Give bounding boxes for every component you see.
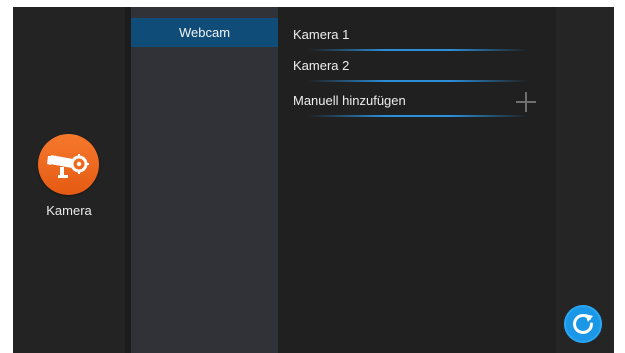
list-item-kamera-2[interactable]: Kamera 2 [278, 52, 528, 82]
list-item-label: Kamera 2 [293, 58, 350, 73]
security-camera-glyph [47, 154, 89, 178]
right-side-strip [556, 7, 614, 353]
list-item-manual-add[interactable]: Manuell hinzufügen [278, 87, 528, 117]
app-screen: Kamera Webcam Kamera 1 Kamera 2 Manuell … [13, 7, 614, 353]
row-underline [308, 80, 528, 82]
left-panel-label: Kamera [46, 203, 92, 218]
refresh-button[interactable] [564, 305, 602, 343]
list-item-label: Kamera 1 [293, 27, 350, 42]
category-menu: Webcam [131, 7, 278, 353]
row-underline [308, 115, 528, 117]
camera-list: Kamera 1 Kamera 2 Manuell hinzufügen [278, 7, 556, 353]
row-underline [308, 49, 528, 51]
menu-item-webcam[interactable]: Webcam [131, 18, 278, 47]
list-item-label: Manuell hinzufügen [293, 93, 406, 108]
left-panel: Kamera [13, 7, 125, 353]
plus-icon[interactable] [516, 92, 536, 112]
security-camera-icon[interactable] [38, 134, 99, 195]
list-item-kamera-1[interactable]: Kamera 1 [278, 21, 528, 51]
refresh-icon [573, 313, 593, 334]
